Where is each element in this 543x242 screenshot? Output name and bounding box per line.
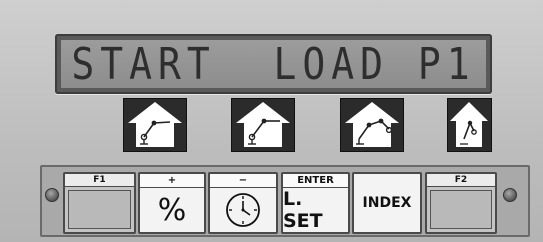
- preset-key-3[interactable]: [340, 98, 404, 152]
- plus-key-label: +: [140, 174, 204, 188]
- l-set-label: L. SET: [283, 188, 323, 232]
- f1-key-label: F1: [65, 174, 134, 187]
- minus-key-face: [210, 188, 276, 232]
- minus-key[interactable]: −: [208, 172, 278, 234]
- preset-key-4[interactable]: [447, 98, 492, 152]
- f1-led-indicator: [45, 188, 59, 202]
- enter-key[interactable]: ENTER L. SET: [281, 172, 350, 234]
- f2-key-label: F2: [427, 174, 495, 187]
- lcd-display: START LOAD P1: [61, 38, 486, 90]
- minus-key-label: −: [210, 174, 276, 188]
- crane-home-icon: [236, 102, 290, 147]
- crane-home-small-icon: [450, 102, 488, 147]
- control-panel: START LOAD P1 F1 + % − ENTER L. SET INDE…: [0, 0, 543, 242]
- f2-led-indicator: [503, 188, 517, 202]
- f1-key-face: [68, 190, 131, 229]
- crane-home-icon: [345, 102, 399, 147]
- lcd-bezel: START LOAD P1: [55, 34, 492, 94]
- enter-key-label: ENTER: [283, 174, 348, 188]
- f2-key[interactable]: F2: [425, 172, 497, 234]
- preset-key-1[interactable]: [123, 98, 187, 152]
- f1-key[interactable]: F1: [63, 172, 136, 234]
- lcd-text: START LOAD P1: [71, 38, 476, 90]
- percent-symbol: %: [157, 192, 187, 228]
- preset-key-2[interactable]: [231, 98, 295, 152]
- clock-icon: [226, 193, 260, 227]
- index-key[interactable]: INDEX: [352, 172, 422, 234]
- plus-key[interactable]: + %: [138, 172, 206, 234]
- crane-home-icon: [128, 102, 182, 147]
- index-label: INDEX: [362, 195, 412, 211]
- f2-key-face: [430, 190, 492, 229]
